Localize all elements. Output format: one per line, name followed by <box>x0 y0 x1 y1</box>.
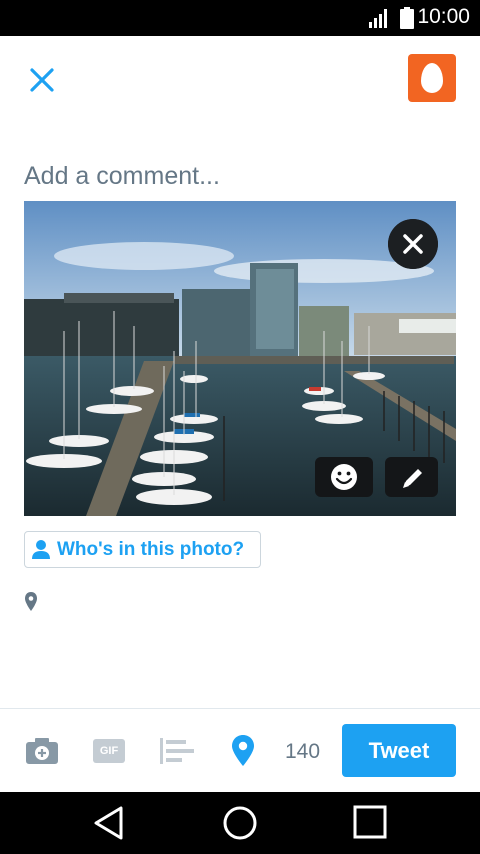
recent-apps-icon[interactable] <box>353 805 387 839</box>
tag-people-label: Who's in this photo? <box>57 539 245 560</box>
avatar[interactable] <box>408 54 456 102</box>
signal-icon <box>369 9 387 28</box>
gif-button[interactable]: GIF <box>93 739 125 763</box>
status-time: 10:00 <box>417 5 470 28</box>
battery-icon <box>400 7 414 29</box>
sticker-button[interactable] <box>315 457 373 497</box>
home-icon[interactable] <box>222 805 258 841</box>
character-counter: 140 <box>285 740 321 763</box>
location-button[interactable] <box>232 735 254 767</box>
status-bar: 10:00 <box>0 0 480 36</box>
smiley-icon <box>331 464 357 490</box>
person-icon <box>32 540 50 559</box>
egg-avatar-icon <box>421 63 443 93</box>
close-icon[interactable] <box>26 64 58 96</box>
back-icon[interactable] <box>93 805 125 841</box>
poll-icon[interactable] <box>160 738 194 764</box>
edit-photo-button[interactable] <box>385 457 438 497</box>
composer-toolbar: GIF 140 Tweet <box>0 708 480 793</box>
camera-icon[interactable] <box>26 738 58 764</box>
comment-input[interactable] <box>24 156 456 196</box>
tweet-button[interactable]: Tweet <box>342 724 456 777</box>
system-nav-bar <box>0 792 480 854</box>
remove-photo-button[interactable] <box>388 219 438 269</box>
tag-people-button[interactable]: Who's in this photo? <box>24 531 261 568</box>
map-pin-icon[interactable] <box>24 592 38 612</box>
pencil-icon <box>403 469 422 488</box>
